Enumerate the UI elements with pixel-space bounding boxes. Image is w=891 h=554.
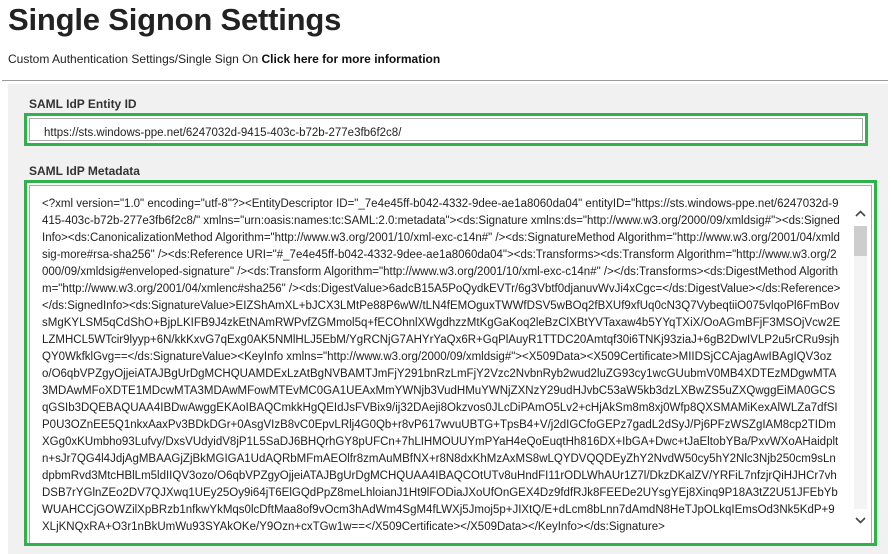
entity-id-highlight: https://sts.windows-ppe.net/6247032d-941… — [24, 113, 868, 146]
scroll-thumb[interactable] — [854, 226, 867, 256]
metadata-highlight: <?xml version="1.0" encoding="utf-8"?><E… — [24, 180, 877, 546]
chevron-up-icon[interactable] — [852, 205, 869, 222]
chevron-down-icon[interactable] — [852, 512, 869, 529]
more-info-link[interactable]: Click here for more information — [261, 52, 440, 66]
header-divider — [2, 80, 888, 81]
metadata-textarea[interactable]: <?xml version="1.0" encoding="utf-8"?><E… — [29, 185, 872, 543]
metadata-label: SAML IdP Metadata — [29, 164, 140, 178]
page-title: Single Signon Settings — [8, 2, 342, 37]
subtitle-text: Custom Authentication Settings/Single Si… — [8, 52, 262, 66]
entity-id-value: https://sts.windows-ppe.net/6247032d-941… — [44, 127, 402, 139]
metadata-scrollbar[interactable] — [852, 200, 869, 543]
entity-id-field[interactable]: https://sts.windows-ppe.net/6247032d-941… — [29, 118, 863, 141]
entity-id-label: SAML IdP Entity ID — [29, 97, 137, 111]
metadata-value: <?xml version="1.0" encoding="utf-8"?><E… — [42, 198, 841, 533]
scroll-track[interactable] — [854, 226, 867, 509]
subtitle: Custom Authentication Settings/Single Si… — [8, 52, 440, 66]
